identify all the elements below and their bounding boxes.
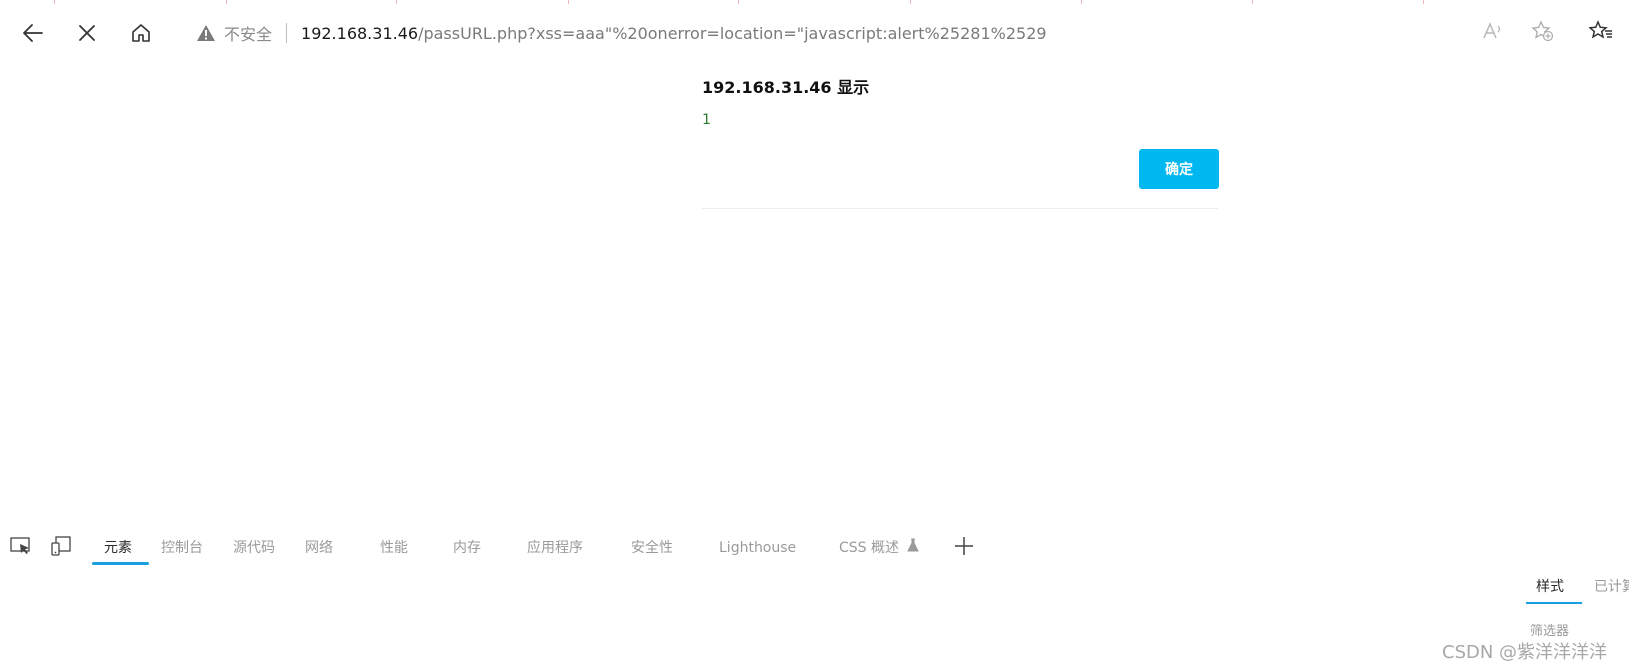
add-favorite-icon (1531, 20, 1555, 46)
side-pane-active-indicator (1526, 602, 1582, 604)
tab-computed[interactable]: 已计算 (1594, 576, 1629, 596)
device-emulation-icon (50, 535, 72, 561)
plus-icon (954, 536, 974, 560)
add-favorite-button[interactable] (1528, 16, 1558, 50)
devtools-tab-elements[interactable]: 元素 (104, 536, 132, 560)
url-host[interactable]: 192.168.31.46 (301, 24, 418, 43)
devtools-tab-css-overview[interactable]: CSS 概述 (839, 536, 920, 560)
favorites-button[interactable] (1586, 16, 1616, 50)
css-overview-label: CSS 概述 (839, 540, 899, 556)
inspect-element-icon (10, 536, 32, 560)
active-tab-indicator (92, 562, 149, 565)
read-aloud-icon (1482, 21, 1504, 45)
devtools-tab-application[interactable]: 应用程序 (527, 536, 583, 560)
back-arrow-icon (22, 22, 44, 44)
dialog-title: 192.168.31.46 显示 (702, 78, 870, 97)
dialog-divider (702, 208, 1218, 209)
browser-toolbar: 不安全 192.168.31.46/passURL.php?xss=aaa"%2… (0, 8, 1629, 58)
read-aloud-button[interactable] (1478, 16, 1508, 50)
back-button[interactable] (16, 16, 50, 50)
close-icon (78, 24, 96, 42)
filter-input[interactable]: 筛选器 (1530, 620, 1569, 639)
security-status-label[interactable]: 不安全 (224, 21, 272, 45)
devtools-tab-memory[interactable]: 内存 (453, 536, 481, 560)
device-emulation-button[interactable] (48, 536, 74, 560)
warning-icon (196, 23, 216, 43)
dialog-message: 1 (702, 112, 711, 128)
devtools-tab-performance[interactable]: 性能 (380, 536, 408, 560)
url-path[interactable]: /passURL.php?xss=aaa"%20onerror=location… (418, 24, 1046, 43)
address-separator (286, 23, 288, 43)
address-bar[interactable]: 不安全 192.168.31.46/passURL.php?xss=aaa"%2… (196, 16, 1047, 50)
devtools-tab-security[interactable]: 安全性 (631, 536, 673, 560)
stop-button[interactable] (70, 16, 104, 50)
tab-styles[interactable]: 样式 (1536, 576, 1564, 596)
devtools-tab-network[interactable]: 网络 (305, 536, 333, 560)
devtools-tab-sources[interactable]: 源代码 (233, 536, 275, 560)
home-icon (130, 22, 152, 44)
devtools-tab-console[interactable]: 控制台 (161, 536, 203, 560)
home-button[interactable] (124, 16, 158, 50)
flask-icon (907, 536, 920, 560)
tab-strip (0, 0, 1629, 6)
more-tools-button[interactable] (950, 534, 978, 562)
inspect-element-button[interactable] (8, 536, 34, 560)
ok-button[interactable]: 确定 (1139, 149, 1219, 189)
watermark: CSDN @紫洋洋洋洋 (1442, 642, 1608, 663)
devtools-tab-lighthouse[interactable]: Lighthouse (719, 536, 796, 560)
favorites-icon (1588, 20, 1613, 46)
devtools-tab-bar: 元素 控制台 源代码 网络 性能 内存 应用程序 安全性 Lighthouse … (0, 530, 1629, 566)
alert-dialog: 192.168.31.46 显示 1 确定 (702, 74, 1219, 209)
